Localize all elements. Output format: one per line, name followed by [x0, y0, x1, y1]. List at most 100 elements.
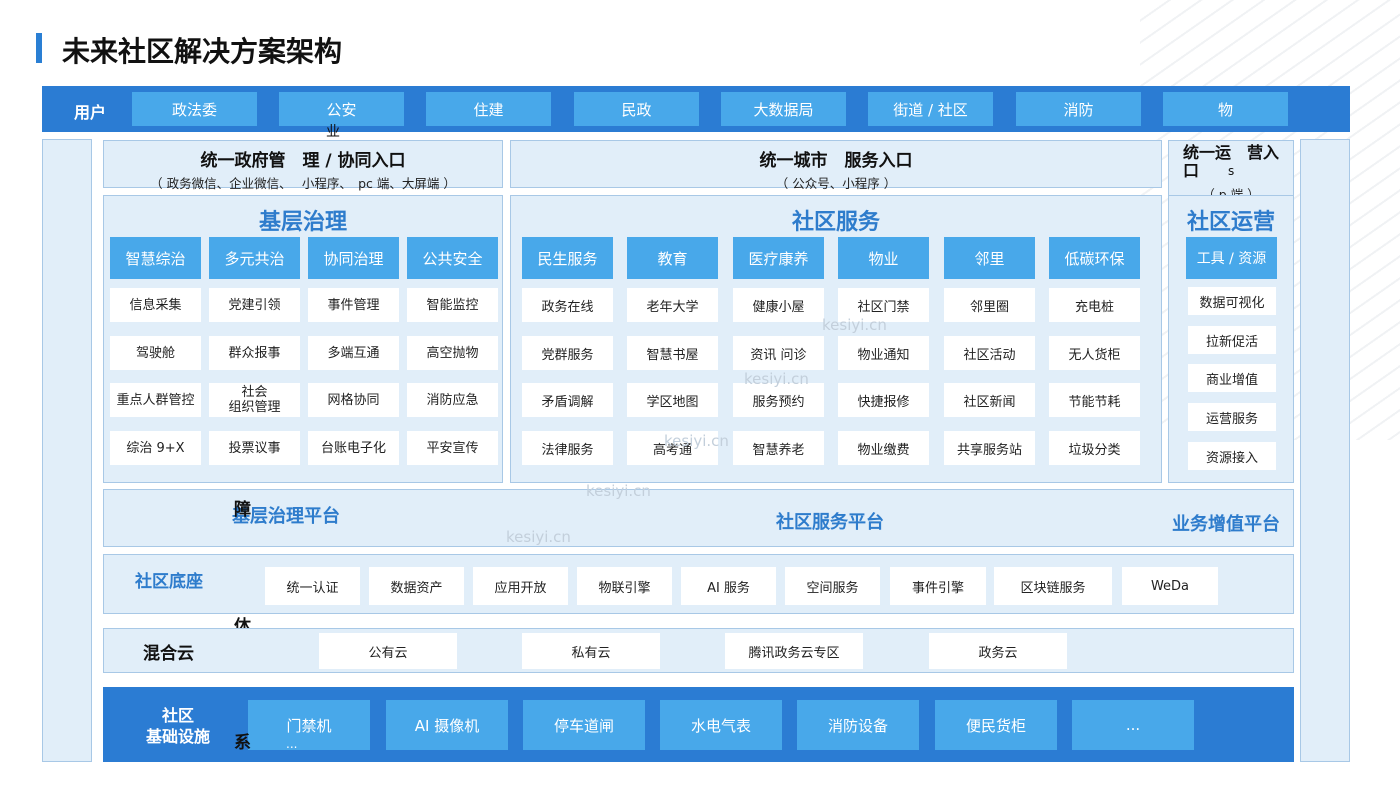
services-cell[interactable]: 智慧书屋	[627, 336, 718, 370]
services-column-head[interactable]: 物业	[838, 237, 929, 279]
services-column-head[interactable]: 低碳环保	[1049, 237, 1140, 279]
base-chip[interactable]: 物联引擎	[577, 567, 672, 605]
left-side-panel	[42, 139, 92, 762]
platform-services: 社区服务平台	[776, 512, 884, 533]
services-cell[interactable]: 党群服务	[522, 336, 613, 370]
governance-cell[interactable]: 智能监控	[407, 288, 498, 322]
infra-item[interactable]: 便民货柜	[935, 700, 1057, 750]
watermark-2: kesiyi.cn	[744, 370, 809, 388]
infra-item[interactable]: 水电气表	[660, 700, 782, 750]
services-cell[interactable]: 邻里圈	[944, 288, 1035, 322]
governance-cell[interactable]: 重点人群管控	[110, 383, 201, 417]
base-chip[interactable]: 事件引擎	[890, 567, 986, 605]
watermark-1: kesiyi.cn	[822, 316, 887, 334]
services-cell[interactable]: 社区活动	[944, 336, 1035, 370]
services-cell[interactable]: 政务在线	[522, 288, 613, 322]
page-title: 未来社区解决方案架构	[62, 35, 343, 68]
governance-cell[interactable]: 社会 组织管理	[209, 383, 300, 417]
services-cell[interactable]: 资讯 问诊	[733, 336, 824, 370]
governance-cell[interactable]: 信息采集	[110, 288, 201, 322]
services-title: 社区服务	[791, 210, 880, 235]
user-item-xiaofang[interactable]: 消防	[1016, 92, 1141, 126]
operations-item[interactable]: 拉新促活	[1188, 326, 1276, 354]
services-cell[interactable]: 物业通知	[838, 336, 929, 370]
stray-text-zhang: 障	[234, 500, 251, 520]
city-entry-sub: （ 公众号、小程序 ）	[775, 176, 897, 191]
user-item-jiedao[interactable]: 街道 / 社区	[868, 92, 993, 126]
watermark-5: kesiyi.cn	[506, 528, 571, 546]
services-cell[interactable]: 物业缴费	[838, 431, 929, 465]
governance-cell[interactable]: 群众报事	[209, 336, 300, 370]
stray-text-ye: 业	[326, 124, 340, 140]
services-column-head[interactable]: 邻里	[944, 237, 1035, 279]
governance-cell[interactable]: 台账电子化	[308, 431, 399, 465]
user-item-wu[interactable]: 物	[1163, 92, 1288, 126]
governance-cell[interactable]: 平安宣传	[407, 431, 498, 465]
infra-item[interactable]: 门禁机	[248, 700, 370, 750]
services-cell[interactable]: 健康小屋	[733, 288, 824, 322]
services-column-head[interactable]: 民生服务	[522, 237, 613, 279]
cloud-chip[interactable]: 私有云	[522, 633, 660, 669]
operations-item[interactable]: 运营服务	[1188, 403, 1276, 431]
infra-item[interactable]: ...	[1072, 700, 1194, 750]
cloud-chip[interactable]: 腾讯政务云专区	[725, 633, 863, 669]
governance-column-head[interactable]: 公共安全	[407, 237, 498, 279]
governance-cell[interactable]: 多端互通	[308, 336, 399, 370]
base-chip[interactable]: AI 服务	[681, 567, 776, 605]
governance-column-head[interactable]: 智慧综治	[110, 237, 201, 279]
services-cell[interactable]: 老年大学	[627, 288, 718, 322]
governance-cell[interactable]: 投票议事	[209, 431, 300, 465]
services-cell[interactable]: 无人货柜	[1049, 336, 1140, 370]
title-accent-bar	[36, 33, 42, 63]
infra-item[interactable]: 消防设备	[797, 700, 919, 750]
governance-column-head[interactable]: 协同治理	[308, 237, 399, 279]
services-cell[interactable]: 学区地图	[627, 383, 718, 417]
infra-item[interactable]: AI 摄像机	[386, 700, 508, 750]
services-column-head[interactable]: 教育	[627, 237, 718, 279]
services-column-head[interactable]: 医疗康养	[733, 237, 824, 279]
governance-cell[interactable]: 网格协同	[308, 383, 399, 417]
operations-column-head[interactable]: 工具 / 资源	[1186, 237, 1277, 279]
watermark-3: kesiyi.cn	[664, 432, 729, 450]
base-chip[interactable]: WeDa	[1122, 567, 1218, 605]
governance-cell[interactable]: 驾驶舱	[110, 336, 201, 370]
operations-item[interactable]: 资源接入	[1188, 442, 1276, 470]
governance-cell[interactable]: 党建引领	[209, 288, 300, 322]
base-chip[interactable]: 统一认证	[265, 567, 360, 605]
governance-cell[interactable]: 综治 9+X	[110, 431, 201, 465]
services-cell[interactable]: 法律服务	[522, 431, 613, 465]
services-cell[interactable]: 充电桩	[1049, 288, 1140, 322]
governance-cell[interactable]: 事件管理	[308, 288, 399, 322]
services-cell[interactable]: 服务预约	[733, 383, 824, 417]
operations-item[interactable]: 数据可视化	[1188, 287, 1276, 315]
infra-item[interactable]: 停车道闸	[523, 700, 645, 750]
governance-cell[interactable]: 高空抛物	[407, 336, 498, 370]
governance-column-head[interactable]: 多元共治	[209, 237, 300, 279]
services-cell[interactable]: 快捷报修	[838, 383, 929, 417]
user-item-minzheng[interactable]: 民政	[574, 92, 699, 126]
stray-text-s: s	[1228, 164, 1235, 178]
services-cell[interactable]: 矛盾调解	[522, 383, 613, 417]
services-cell[interactable]: 垃圾分类	[1049, 431, 1140, 465]
base-chip[interactable]: 应用开放	[473, 567, 568, 605]
user-item-dashuju[interactable]: 大数据局	[721, 92, 846, 126]
cloud-label: 混合云	[143, 644, 194, 664]
services-cell[interactable]: 节能节耗	[1049, 383, 1140, 417]
cloud-chip[interactable]: 政务云	[929, 633, 1067, 669]
user-item-gongan[interactable]: 公安	[279, 92, 404, 126]
infra-label: 社区 基础设施	[145, 706, 210, 746]
base-chip[interactable]: 数据资产	[369, 567, 464, 605]
governance-cell[interactable]: 消防应急	[407, 383, 498, 417]
base-chip[interactable]: 空间服务	[785, 567, 880, 605]
services-cell[interactable]: 共享服务站	[944, 431, 1035, 465]
services-cell[interactable]: 智慧养老	[733, 431, 824, 465]
user-item-zhengfawei[interactable]: 政法委	[132, 92, 257, 126]
operations-item[interactable]: 商业增值	[1188, 364, 1276, 392]
user-item-zhujian[interactable]: 住建	[426, 92, 551, 126]
services-cell[interactable]: 社区新闻	[944, 383, 1035, 417]
platform-value-added: 业务增值平台	[1172, 514, 1280, 535]
cloud-chip[interactable]: 公有云	[319, 633, 457, 669]
operations-title: 社区运营	[1186, 210, 1275, 235]
base-chip[interactable]: 区块链服务	[994, 567, 1112, 605]
city-entry-title: 统一城市 服务入口	[759, 151, 913, 171]
